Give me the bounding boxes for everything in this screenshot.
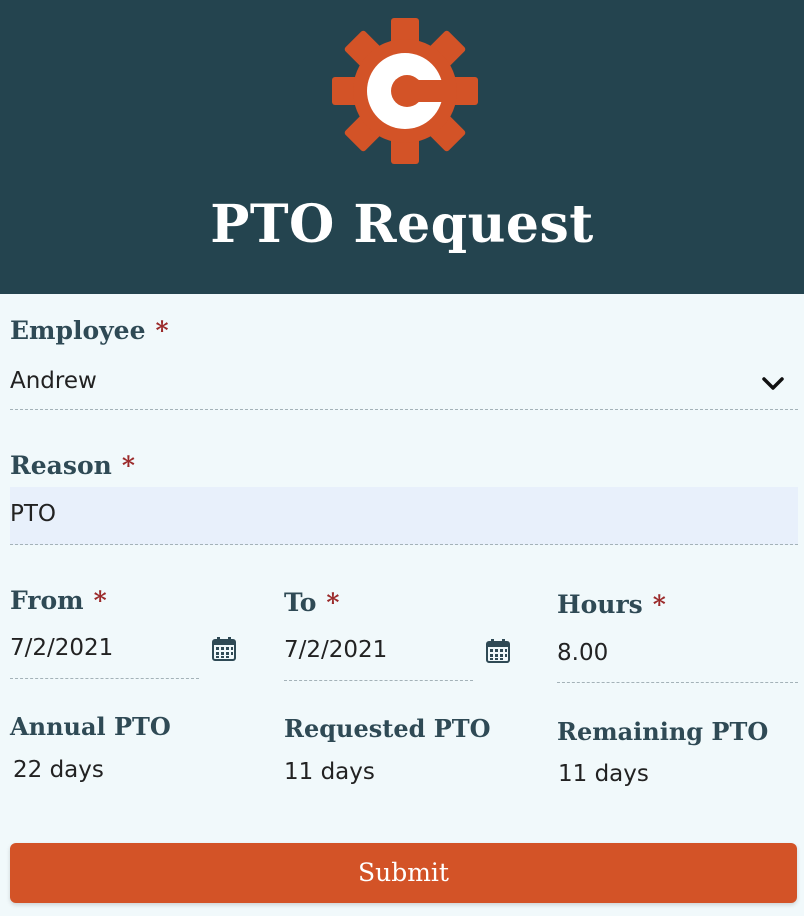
reason-input[interactable]: PTO xyxy=(10,487,798,545)
to-date-value: 7/2/2021 xyxy=(284,637,388,663)
hours-value: 8.00 xyxy=(557,640,609,666)
reason-value: PTO xyxy=(10,501,57,527)
from-date-input[interactable]: 7/2/2021 xyxy=(10,628,199,679)
to-label-text: To xyxy=(284,588,317,617)
required-marker: * xyxy=(155,316,169,345)
hours-label-text: Hours xyxy=(557,590,643,619)
remaining-pto-label: Remaining PTO xyxy=(557,717,769,746)
to-date-input[interactable]: 7/2/2021 xyxy=(284,630,473,681)
reason-label-text: Reason xyxy=(10,451,112,480)
reason-label: Reason * xyxy=(10,451,135,480)
from-label-text: From xyxy=(10,586,84,615)
annual-pto-label: Annual PTO xyxy=(10,712,171,741)
hours-label: Hours * xyxy=(557,590,666,619)
to-label: To * xyxy=(284,588,340,617)
employee-label-text: Employee xyxy=(10,316,146,345)
from-date-value: 7/2/2021 xyxy=(10,635,114,661)
required-marker: * xyxy=(652,590,666,619)
from-label: From * xyxy=(10,586,107,615)
required-marker: * xyxy=(121,451,135,480)
requested-pto-label: Requested PTO xyxy=(284,714,491,743)
gear-logo-icon xyxy=(332,18,478,164)
page-title: PTO Request xyxy=(210,194,594,255)
remaining-pto-value: 11 days xyxy=(558,761,649,787)
annual-pto-value: 22 days xyxy=(13,757,104,783)
calendar-icon[interactable] xyxy=(485,638,511,664)
hours-input[interactable]: 8.00 xyxy=(557,632,798,683)
submit-button[interactable]: Submit xyxy=(10,843,797,903)
employee-label: Employee * xyxy=(10,316,169,345)
required-marker: * xyxy=(326,588,340,617)
calendar-icon[interactable] xyxy=(211,636,237,662)
employee-select[interactable]: Andrew xyxy=(10,358,798,410)
requested-pto-value: 11 days xyxy=(284,759,375,785)
required-marker: * xyxy=(93,586,107,615)
chevron-down-icon[interactable] xyxy=(760,371,786,397)
employee-value: Andrew xyxy=(10,368,97,394)
app-header: PTO Request xyxy=(0,0,804,294)
